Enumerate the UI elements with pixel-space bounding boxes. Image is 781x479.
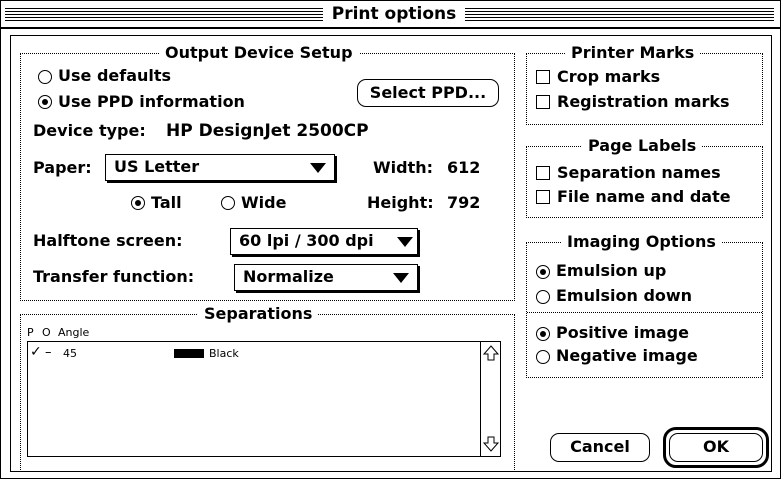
width-value: 612	[447, 158, 481, 177]
overprint-dash[interactable]: –	[45, 346, 52, 359]
transfer-function-value: Normalize	[243, 267, 334, 286]
color-name: Black	[209, 347, 239, 360]
transfer-popup-arrow-icon	[393, 273, 409, 283]
print-check-icon[interactable]: ✓	[30, 345, 42, 359]
height-label: Height:	[367, 193, 434, 212]
file-name-date-label[interactable]: File name and date	[557, 187, 731, 207]
imaging-options-legend: Imaging Options	[561, 232, 722, 252]
tall-label[interactable]: Tall	[151, 193, 182, 213]
device-type-label: Device type:	[33, 121, 146, 140]
column-angle-header: Angle	[58, 326, 90, 339]
wide-label[interactable]: Wide	[241, 193, 286, 213]
use-defaults-radio[interactable]	[38, 70, 52, 84]
printer-marks-legend: Printer Marks	[565, 43, 701, 63]
page-labels-legend: Page Labels	[582, 136, 703, 156]
cancel-button[interactable]: Cancel	[550, 433, 650, 462]
title-bar[interactable]: Print options	[1, 1, 780, 29]
column-o-header: O	[42, 326, 51, 339]
transfer-function-label: Transfer function:	[33, 267, 195, 286]
use-defaults-label[interactable]: Use defaults	[58, 66, 171, 86]
print-options-dialog: Print options Output Device Setup Use de…	[0, 0, 781, 479]
title-bar-stripes-left	[5, 8, 323, 22]
halftone-screen-label: Halftone screen:	[33, 231, 183, 250]
paper-label: Paper:	[33, 158, 92, 177]
emulsion-up-radio[interactable]	[536, 265, 550, 279]
separations-list[interactable]: ✓ – 45 Black	[27, 341, 501, 457]
halftone-screen-popup[interactable]: 60 lpi / 300 dpi	[230, 228, 418, 255]
halftone-popup-arrow-icon	[397, 237, 413, 247]
emulsion-down-radio[interactable]	[536, 290, 550, 304]
column-p-header: P	[27, 326, 34, 339]
device-type-value: HP DesignJet 2500CP	[166, 121, 369, 141]
paper-popup-value: US Letter	[114, 157, 200, 176]
title-bar-stripes-right	[465, 8, 774, 22]
width-label: Width:	[373, 158, 434, 177]
crop-marks-label[interactable]: Crop marks	[557, 67, 660, 87]
paper-popup[interactable]: US Letter	[105, 154, 335, 181]
angle-value: 45	[63, 347, 77, 360]
separations-legend: Separations	[198, 304, 319, 324]
tall-radio[interactable]	[131, 196, 145, 210]
scroll-up-arrow-icon[interactable]	[481, 344, 501, 364]
select-ppd-button[interactable]: Select PPD...	[357, 79, 499, 107]
separation-row[interactable]: ✓ – 45 Black	[28, 345, 478, 362]
ok-button[interactable]: OK	[669, 433, 763, 462]
negative-image-radio[interactable]	[536, 350, 550, 364]
use-ppd-label[interactable]: Use PPD information	[58, 92, 245, 112]
separation-names-checkbox[interactable]	[536, 166, 550, 180]
height-value: 792	[447, 193, 481, 212]
scroll-down-arrow-icon[interactable]	[481, 434, 501, 454]
registration-marks-checkbox[interactable]	[536, 95, 550, 109]
use-ppd-radio[interactable]	[38, 95, 52, 109]
emulsion-down-label[interactable]: Emulsion down	[556, 286, 692, 306]
wide-radio[interactable]	[221, 196, 235, 210]
printer-marks-group: Printer Marks	[526, 43, 763, 125]
crop-marks-checkbox[interactable]	[536, 70, 550, 84]
color-swatch	[174, 349, 204, 358]
separation-names-label[interactable]: Separation names	[557, 163, 721, 183]
separations-scrollbar[interactable]	[480, 342, 500, 456]
file-name-date-checkbox[interactable]	[536, 190, 550, 204]
negative-image-label[interactable]: Negative image	[556, 346, 698, 366]
positive-image-radio[interactable]	[536, 327, 550, 341]
imaging-divider	[527, 312, 762, 313]
emulsion-up-label[interactable]: Emulsion up	[556, 261, 666, 281]
paper-popup-arrow-icon	[310, 163, 326, 173]
positive-image-label[interactable]: Positive image	[556, 323, 689, 343]
output-device-setup-legend: Output Device Setup	[159, 43, 359, 63]
halftone-screen-value: 60 lpi / 300 dpi	[239, 231, 374, 250]
window-title: Print options	[327, 3, 461, 26]
registration-marks-label[interactable]: Registration marks	[557, 92, 730, 112]
transfer-function-popup[interactable]: Normalize	[234, 264, 418, 291]
